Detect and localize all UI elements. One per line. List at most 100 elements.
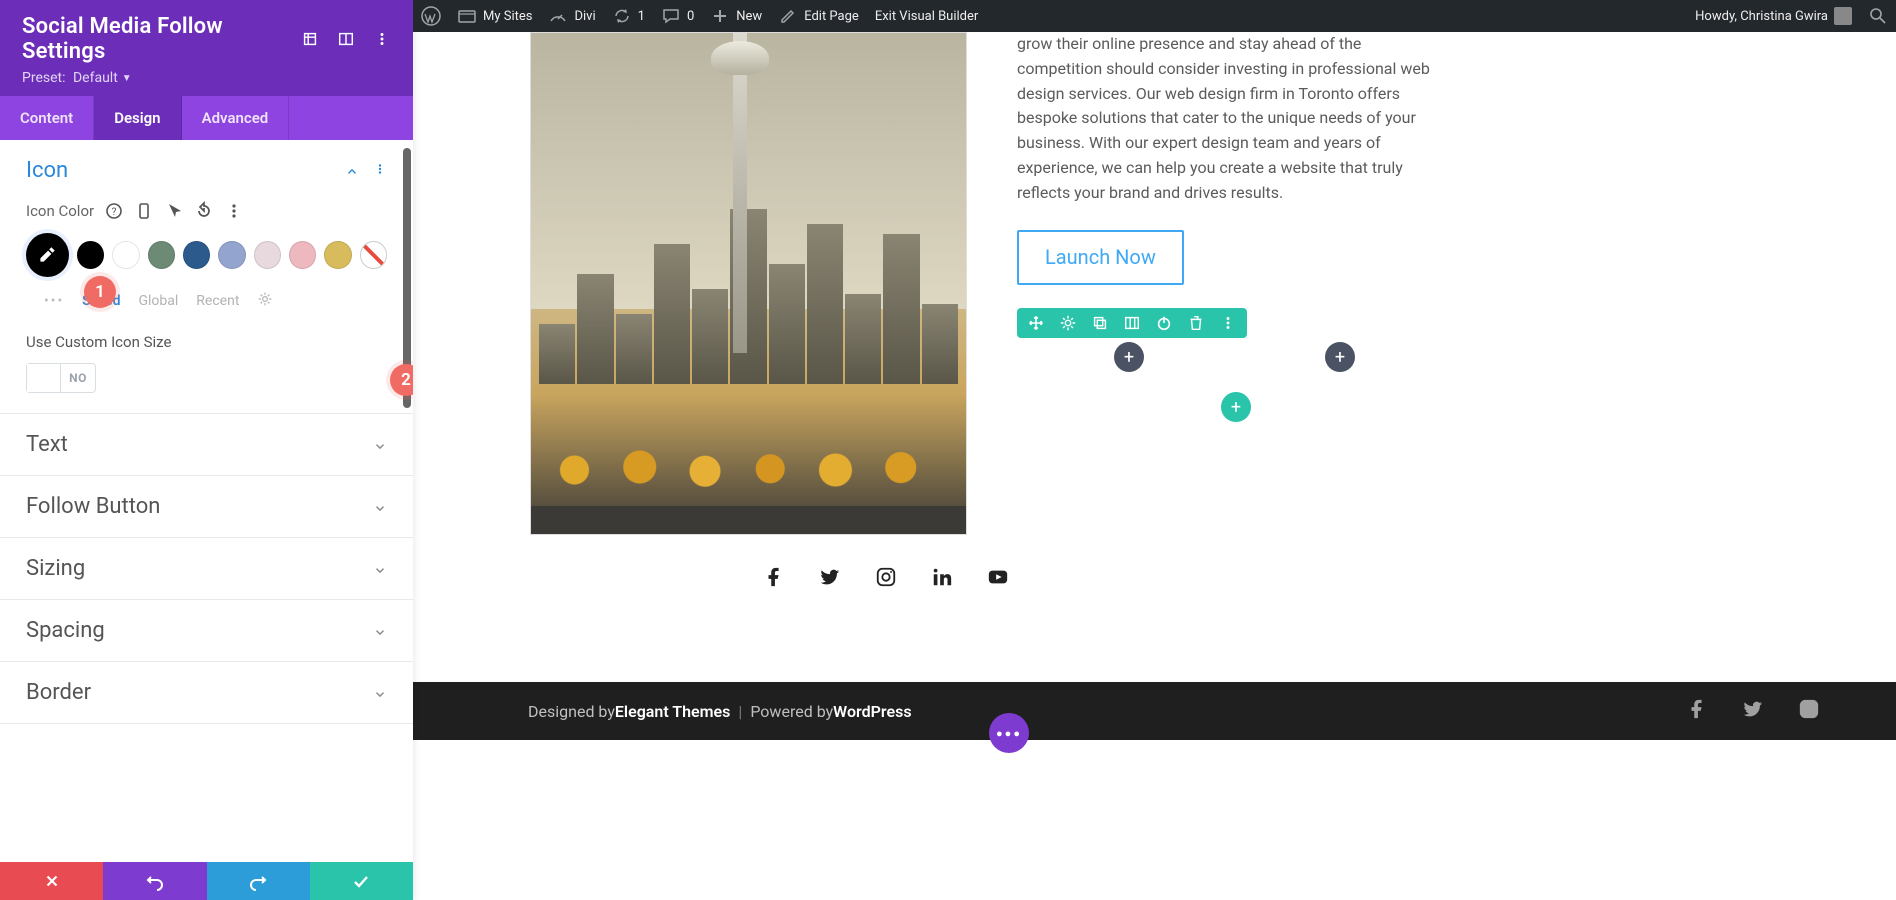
footer-wp-link[interactable]: WordPress bbox=[833, 702, 911, 721]
section-header-follow[interactable]: Follow Button bbox=[0, 476, 413, 537]
edit-page-link[interactable]: Edit Page bbox=[770, 0, 867, 32]
move-icon[interactable] bbox=[1027, 314, 1045, 332]
section-header-border[interactable]: Border bbox=[0, 662, 413, 723]
hover-icon[interactable] bbox=[164, 201, 184, 221]
section-header-spacing[interactable]: Spacing bbox=[0, 600, 413, 661]
palette-more-icon[interactable]: ••• bbox=[44, 293, 64, 309]
section-title-icon: Icon bbox=[26, 158, 68, 183]
tab-advanced[interactable]: Advanced bbox=[182, 96, 290, 140]
swatch-none[interactable] bbox=[360, 241, 387, 269]
footer-instagram-icon[interactable] bbox=[1798, 698, 1820, 724]
section-text: Text bbox=[0, 414, 413, 476]
module-more-icon[interactable] bbox=[1219, 314, 1237, 332]
footer-twitter-icon[interactable] bbox=[1742, 698, 1764, 724]
swatch-sage[interactable] bbox=[148, 241, 175, 269]
instagram-icon[interactable] bbox=[875, 566, 897, 588]
exit-vb-link[interactable]: Exit Visual Builder bbox=[867, 0, 986, 32]
section-header-sizing[interactable]: Sizing bbox=[0, 538, 413, 599]
save-library-icon[interactable] bbox=[1123, 314, 1141, 332]
wordpress-icon bbox=[421, 6, 441, 26]
module-toolbar bbox=[1017, 308, 1247, 338]
refresh-icon bbox=[612, 6, 632, 26]
responsive-icon[interactable] bbox=[134, 201, 154, 221]
comments-menu[interactable]: 0 bbox=[653, 0, 702, 32]
toggle-off-label: NO bbox=[61, 371, 95, 385]
expand-icon[interactable] bbox=[301, 30, 319, 48]
updates-count: 1 bbox=[638, 9, 645, 24]
edit-page-label: Edit Page bbox=[804, 9, 859, 24]
icon-color-label: Icon Color bbox=[26, 202, 94, 220]
palette-settings-icon[interactable] bbox=[257, 291, 273, 311]
section-follow-button: Follow Button bbox=[0, 476, 413, 538]
footer-designed-by: Designed by bbox=[528, 702, 615, 721]
swatch-periwinkle[interactable] bbox=[218, 241, 245, 269]
gear-icon[interactable] bbox=[1059, 314, 1077, 332]
section-title-border: Border bbox=[26, 680, 91, 705]
duplicate-icon[interactable] bbox=[1091, 314, 1109, 332]
adminbar-search[interactable] bbox=[1860, 0, 1896, 32]
palette-recent-link[interactable]: Recent bbox=[196, 293, 239, 309]
paragraph-web-design: grow their online presence and stay ahea… bbox=[1017, 32, 1450, 206]
chevron-down-icon bbox=[373, 562, 387, 576]
footer-brand-link[interactable]: Elegant Themes bbox=[615, 702, 731, 721]
redo-button[interactable] bbox=[207, 862, 310, 900]
site-name-label: Divi bbox=[574, 9, 595, 24]
swatch-gold[interactable] bbox=[324, 241, 351, 269]
more-icon[interactable] bbox=[373, 30, 391, 48]
linkedin-icon[interactable] bbox=[931, 566, 953, 588]
footer-powered: Powered by bbox=[750, 702, 833, 721]
new-menu[interactable]: New bbox=[702, 0, 770, 32]
panel-title: Social Media Follow Settings bbox=[22, 14, 301, 64]
site-name-menu[interactable]: Divi bbox=[540, 0, 603, 32]
twitter-icon[interactable] bbox=[819, 566, 841, 588]
chevron-down-icon bbox=[373, 624, 387, 638]
swatch-blush[interactable] bbox=[254, 241, 281, 269]
comments-count: 0 bbox=[687, 9, 694, 24]
avatar bbox=[1834, 7, 1852, 25]
add-module-left[interactable]: + bbox=[1114, 342, 1144, 372]
wp-logo-menu[interactable] bbox=[413, 0, 449, 32]
facebook-icon[interactable] bbox=[763, 566, 785, 588]
footer-facebook-icon[interactable] bbox=[1686, 698, 1708, 724]
cancel-button[interactable] bbox=[0, 862, 103, 900]
power-icon[interactable] bbox=[1155, 314, 1173, 332]
swatch-pink[interactable] bbox=[289, 241, 316, 269]
option-more-icon[interactable] bbox=[224, 201, 244, 221]
builder-fab[interactable]: ●●● bbox=[989, 713, 1029, 753]
my-sites-menu[interactable]: My Sites bbox=[449, 0, 540, 32]
section-header-icon[interactable]: Icon bbox=[0, 140, 413, 201]
save-button[interactable] bbox=[310, 862, 413, 900]
palette-global-link[interactable]: Global bbox=[138, 293, 178, 309]
trash-icon[interactable] bbox=[1187, 314, 1205, 332]
section-header-text[interactable]: Text bbox=[0, 414, 413, 475]
use-custom-size-label: Use Custom Icon Size bbox=[26, 333, 387, 351]
section-more-icon[interactable] bbox=[373, 161, 387, 180]
help-icon[interactable]: ? bbox=[104, 201, 124, 221]
updates-menu[interactable]: 1 bbox=[604, 0, 653, 32]
page-copy: grow their online presence and stay ahea… bbox=[1017, 32, 1450, 285]
account-menu[interactable]: Howdy, Christina Gwira bbox=[1687, 0, 1860, 32]
color-swatches bbox=[26, 233, 387, 277]
page-preview: grow their online presence and stay ahea… bbox=[413, 32, 1896, 900]
tab-design[interactable]: Design bbox=[94, 96, 181, 140]
swatch-black[interactable] bbox=[77, 241, 104, 269]
footer: Designed by Elegant Themes | Powered by … bbox=[413, 682, 1896, 740]
youtube-icon[interactable] bbox=[987, 566, 1009, 588]
add-module-right[interactable]: + bbox=[1325, 342, 1355, 372]
reset-icon[interactable] bbox=[194, 201, 214, 221]
launch-now-button[interactable]: Launch Now bbox=[1017, 230, 1184, 285]
columns-icon[interactable] bbox=[337, 30, 355, 48]
undo-button[interactable] bbox=[103, 862, 206, 900]
swatch-white[interactable] bbox=[112, 241, 139, 269]
chevron-up-icon bbox=[345, 164, 359, 178]
swatch-navy[interactable] bbox=[183, 241, 210, 269]
preset-selector[interactable]: Preset: Default ▼ bbox=[22, 70, 391, 86]
wp-admin-bar: My Sites Divi 1 0 New Edit Page Exit Vis… bbox=[413, 0, 1896, 32]
section-title-text: Text bbox=[26, 432, 68, 457]
tab-content[interactable]: Content bbox=[0, 96, 94, 140]
section-title-sizing: Sizing bbox=[26, 556, 85, 581]
add-row[interactable]: + bbox=[1221, 392, 1251, 422]
pencil-icon bbox=[778, 6, 798, 26]
eyedropper-swatch[interactable] bbox=[26, 233, 69, 277]
toggle-custom-size[interactable]: NO bbox=[26, 363, 96, 393]
